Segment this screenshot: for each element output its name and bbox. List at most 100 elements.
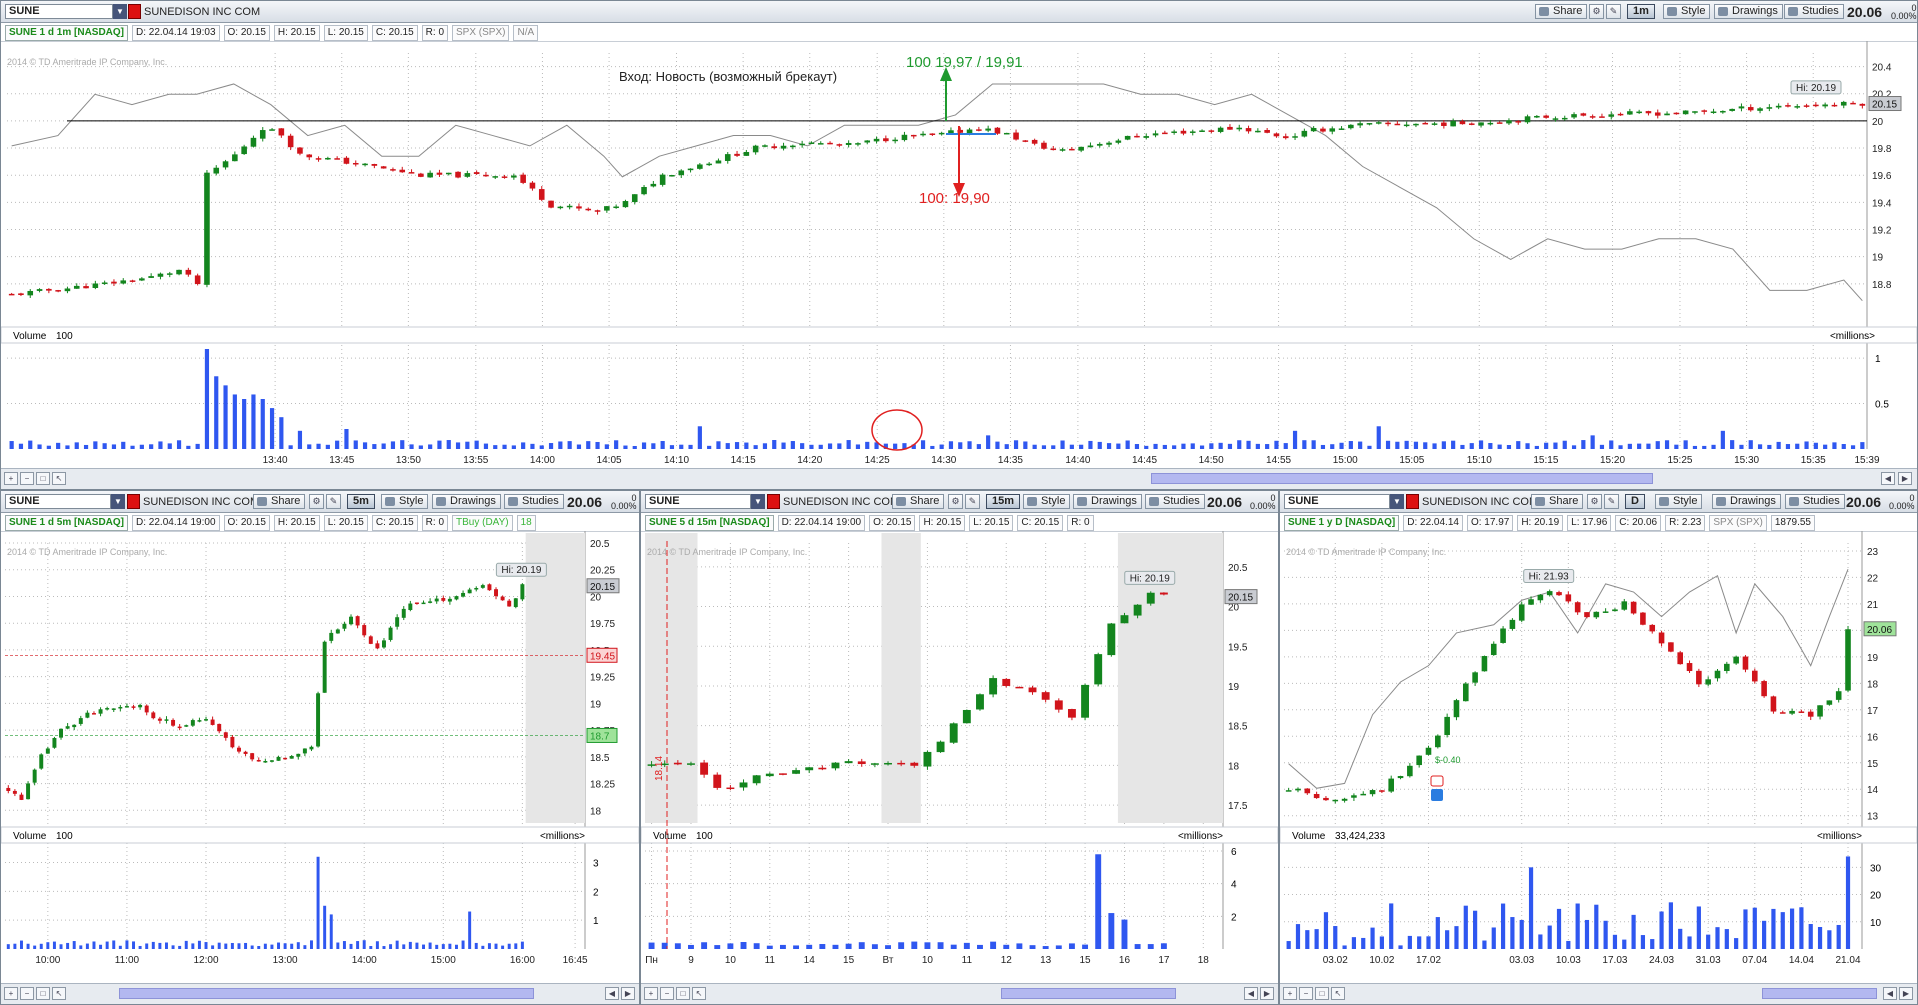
volume-bar [1082, 944, 1089, 949]
scroll-left-icon[interactable]: ◀ [605, 987, 619, 1000]
symbol-dropdown-icon[interactable]: ▼ [111, 494, 125, 509]
zoom-in-icon[interactable]: + [644, 987, 658, 1000]
candle [594, 210, 601, 212]
studies-button[interactable]: Studies [504, 494, 564, 509]
time-scrollbar[interactable]: + − □ ↖ ◀ ▶ [1, 983, 639, 1004]
candle [237, 747, 241, 752]
gear-icon[interactable]: ⚙ [309, 494, 324, 509]
share-button[interactable]: Share [1535, 4, 1588, 19]
wrench-icon[interactable]: ✎ [1606, 4, 1621, 19]
candle [92, 283, 99, 288]
wrench-icon[interactable]: ✎ [965, 494, 980, 509]
drawings-button[interactable]: Drawings [1073, 494, 1142, 509]
symbol-dropdown-icon[interactable]: ▼ [113, 4, 127, 19]
volume-bar [283, 943, 287, 949]
gear-icon[interactable]: ⚙ [948, 494, 963, 509]
scroll-thumb[interactable] [1762, 988, 1877, 999]
timeframe-button[interactable]: 15m [986, 494, 1021, 509]
scroll-right-icon[interactable]: ▶ [621, 987, 635, 1000]
volume-bar [898, 942, 905, 949]
volume-bar [986, 435, 991, 449]
scroll-thumb[interactable] [1151, 473, 1653, 484]
symbol-input[interactable]: SUNE [645, 494, 751, 509]
zoom-fit-icon[interactable]: □ [1315, 987, 1329, 1000]
studies-button[interactable]: Studies [1145, 494, 1205, 509]
studies-button[interactable]: Studies [1785, 494, 1845, 509]
alert-icon[interactable] [128, 4, 141, 19]
candle [792, 770, 801, 774]
volume-bar [493, 445, 498, 449]
scroll-right-icon[interactable]: ▶ [1899, 987, 1913, 1000]
symbol-dropdown-icon[interactable]: ▼ [1390, 494, 1404, 509]
share-button[interactable]: Share [1531, 494, 1584, 509]
zoom-out-icon[interactable]: − [20, 472, 34, 485]
volume-bar [1823, 444, 1828, 449]
time-scrollbar[interactable]: + − □ ↖ ◀ ▶ [641, 983, 1278, 1004]
style-button[interactable]: Style [1655, 494, 1703, 509]
timeframe-button[interactable]: D [1625, 494, 1645, 509]
zoom-in-icon[interactable]: + [4, 472, 18, 485]
volume-bar [1339, 442, 1344, 449]
zoom-out-icon[interactable]: − [660, 987, 674, 1000]
zoom-out-icon[interactable]: − [1299, 987, 1313, 1000]
volume-bar [230, 942, 234, 949]
zoom-in-icon[interactable]: + [1283, 987, 1297, 1000]
alert-icon[interactable] [767, 494, 780, 509]
volume-bar [716, 441, 721, 449]
volume-bar [1556, 908, 1562, 949]
zoom-fit-icon[interactable]: □ [676, 987, 690, 1000]
candle [325, 157, 331, 160]
zoom-fit-icon[interactable]: □ [36, 987, 50, 1000]
candle [1431, 123, 1438, 125]
share-button[interactable]: Share [892, 494, 945, 509]
scroll-left-icon[interactable]: ◀ [1244, 987, 1258, 1000]
cursor-icon[interactable]: ↖ [692, 987, 706, 1000]
volume-value: 100 [56, 331, 73, 342]
scroll-thumb[interactable] [1001, 988, 1176, 999]
alert-icon[interactable] [127, 494, 140, 509]
symbol-input[interactable]: SUNE [5, 4, 113, 19]
candle [19, 794, 24, 800]
volume-bar [1274, 440, 1279, 449]
style-button[interactable]: Style [1023, 494, 1071, 509]
info-bar: SUNE 1 y D [NASDAQ] D: 22.04.14 O: 17.97 H:… [1280, 513, 1917, 532]
drawings-button[interactable]: Drawings [432, 494, 501, 509]
scroll-thumb[interactable] [119, 988, 534, 999]
wrench-icon[interactable]: ✎ [1604, 494, 1619, 509]
symbol-input[interactable]: SUNE [1284, 494, 1390, 509]
candle [144, 705, 149, 713]
scroll-right-icon[interactable]: ▶ [1898, 472, 1912, 485]
timeframe-button[interactable]: 5m [347, 494, 375, 509]
drawings-button[interactable]: Drawings [1714, 4, 1783, 19]
wrench-icon[interactable]: ✎ [326, 494, 341, 509]
candle [464, 173, 471, 177]
gear-icon[interactable]: ⚙ [1589, 4, 1604, 19]
volume-bar [171, 945, 175, 949]
symbol-input[interactable]: SUNE [5, 494, 111, 509]
scroll-left-icon[interactable]: ◀ [1883, 987, 1897, 1000]
timeframe-button[interactable]: 1m [1627, 4, 1655, 19]
candle [36, 289, 43, 291]
symbol-dropdown-icon[interactable]: ▼ [751, 494, 765, 509]
share-button[interactable]: Share [253, 494, 306, 509]
cursor-icon[interactable]: ↖ [1331, 987, 1345, 1000]
zoom-in-icon[interactable]: + [4, 987, 18, 1000]
zoom-out-icon[interactable]: − [20, 987, 34, 1000]
volume-bar [1435, 917, 1440, 949]
time-scrollbar[interactable]: + − □ ↖ ◀ ▶ [1280, 983, 1917, 1004]
cursor-icon[interactable]: ↖ [52, 987, 66, 1000]
alert-icon[interactable] [1406, 494, 1419, 509]
style-button[interactable]: Style [1663, 4, 1711, 19]
candle [73, 285, 80, 289]
drawings-button[interactable]: Drawings [1712, 494, 1781, 509]
scroll-right-icon[interactable]: ▶ [1260, 987, 1274, 1000]
zoom-fit-icon[interactable]: □ [36, 472, 50, 485]
time-scrollbar[interactable]: + − □ ↖ ◀ ▶ [1, 468, 1917, 489]
cursor-icon[interactable]: ↖ [52, 472, 66, 485]
gear-icon[interactable]: ⚙ [1587, 494, 1602, 509]
info-field: D: 22.04.14 19:03 [132, 25, 220, 41]
style-button[interactable]: Style [381, 494, 429, 509]
scroll-left-icon[interactable]: ◀ [1881, 472, 1895, 485]
studies-button[interactable]: Studies [1784, 4, 1844, 19]
candle [520, 584, 525, 600]
